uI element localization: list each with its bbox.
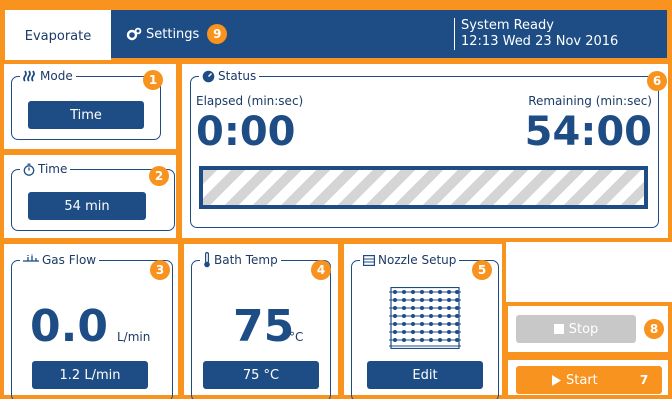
callout-badge-8: 8 — [644, 319, 664, 339]
mode-panel: Mode Time 1 — [0, 60, 180, 153]
callout-badge-1: 1 — [143, 70, 163, 90]
gas-flow-unit: L/min — [117, 330, 151, 344]
gas-flow-legend-label: Gas Flow — [42, 253, 97, 267]
time-legend: Time — [20, 161, 71, 177]
nozzle-rack-icon — [389, 287, 461, 349]
bath-temp-panel: Bath Temp 75 °C 75 °C 4 — [180, 240, 342, 399]
play-icon — [552, 374, 561, 386]
time-button[interactable]: 54 min — [28, 192, 146, 220]
status-legend: Status — [199, 68, 260, 84]
nozzle-setup-legend: Nozzle Setup — [360, 252, 460, 268]
status-panel: Status Elapsed (min:sec) 0:00 Remaining … — [178, 60, 672, 242]
stop-panel: Stop 8 — [504, 302, 672, 356]
system-status: System Ready 12:13 Wed 23 Nov 2016 — [454, 18, 618, 50]
tab-evaporate[interactable]: Evaporate — [5, 10, 111, 62]
header-nav: Settings 9 System Ready 12:13 Wed 23 Nov… — [111, 10, 667, 58]
thermometer-icon — [204, 252, 210, 268]
stop-button[interactable]: Stop — [516, 315, 636, 343]
nozzle-setup-group: Nozzle Setup Edit — [351, 252, 499, 399]
callout-badge-6: 6 — [647, 71, 667, 91]
stop-label: Stop — [568, 321, 599, 337]
remaining-label: Remaining (min:sec) — [528, 94, 652, 108]
nozzle-grid-icon — [363, 254, 375, 266]
start-label: Start — [566, 372, 598, 388]
mode-legend-label: Mode — [40, 69, 73, 83]
settings-label: Settings — [146, 26, 200, 42]
bath-temp-button[interactable]: 75 °C — [203, 361, 319, 389]
gas-flow-panel: Gas Flow 0.0 L/min 1.2 L/min 3 — [0, 240, 182, 399]
time-panel: Time 54 min 2 — [0, 151, 180, 242]
nozzle-setup-legend-label: Nozzle Setup — [378, 253, 457, 267]
elapsed-value: 0:00 — [196, 109, 296, 155]
system-status-text: System Ready — [461, 18, 554, 33]
bath-temp-group: Bath Temp 75 °C 75 °C — [191, 252, 331, 399]
nozzle-setup-panel: Nozzle Setup Edit 5 — [340, 240, 506, 399]
system-datetime: 12:13 Wed 23 Nov 2016 — [461, 34, 619, 49]
bath-temp-legend: Bath Temp — [200, 252, 281, 268]
nozzle-edit-button[interactable]: Edit — [367, 361, 483, 389]
progress-bar — [199, 166, 648, 209]
settings-button[interactable]: Settings 9 — [126, 10, 228, 58]
start-panel: Start 7 — [504, 356, 672, 399]
bath-temp-legend-label: Bath Temp — [214, 253, 278, 267]
callout-badge-3: 3 — [150, 260, 170, 280]
gas-flow-legend: Gas Flow — [20, 252, 100, 268]
mode-button[interactable]: Time — [28, 101, 144, 129]
heat-waves-icon — [23, 70, 35, 82]
status-legend-label: Status — [218, 69, 257, 83]
gas-flow-group: Gas Flow 0.0 L/min 1.2 L/min — [11, 252, 173, 399]
header-bar: Evaporate Settings 9 System Ready 12:13 … — [0, 0, 672, 62]
gauge-icon — [202, 70, 215, 82]
time-legend-label: Time — [38, 162, 68, 176]
remaining-value: 54:00 — [524, 109, 652, 155]
gas-flow-icon — [23, 254, 39, 262]
elapsed-label: Elapsed (min:sec) — [196, 94, 304, 108]
bath-temp-unit: °C — [289, 330, 304, 344]
gear-icon — [126, 27, 142, 41]
bath-temp-value: 75 — [233, 301, 295, 352]
callout-badge-9: 9 — [207, 24, 228, 44]
status-group: Status Elapsed (min:sec) 0:00 Remaining … — [190, 68, 659, 228]
callout-badge-4: 4 — [311, 260, 331, 280]
callout-badge-7: 7 — [634, 370, 654, 390]
gas-flow-value: 0.0 — [30, 301, 108, 352]
callout-badge-5: 5 — [472, 260, 492, 280]
callout-badge-2: 2 — [149, 166, 169, 186]
stop-icon — [553, 324, 564, 334]
mode-legend: Mode — [20, 68, 76, 84]
stopwatch-icon — [23, 163, 35, 176]
gas-flow-button[interactable]: 1.2 L/min — [32, 361, 148, 389]
mode-group: Mode Time — [11, 68, 161, 140]
